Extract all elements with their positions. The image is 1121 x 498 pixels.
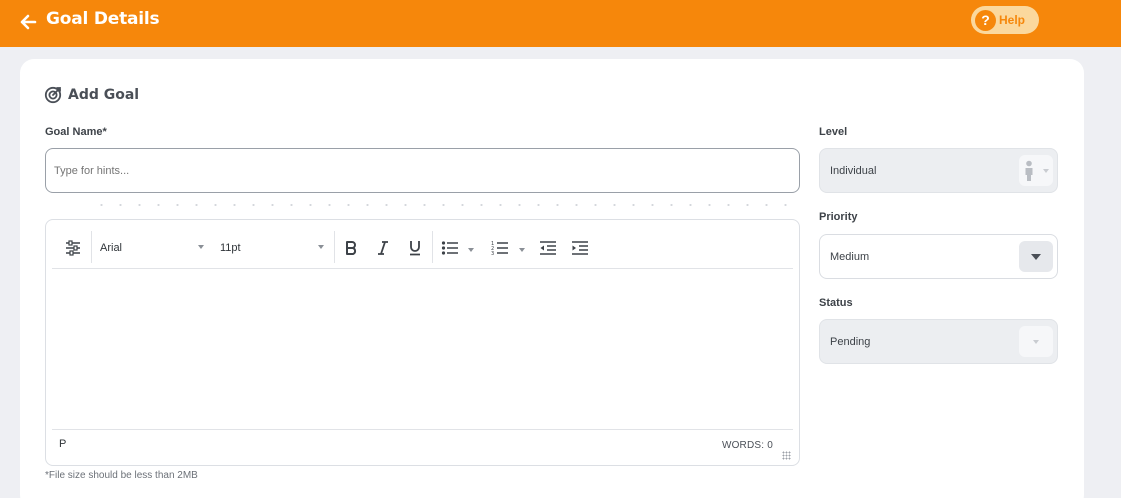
target-icon: [44, 86, 62, 104]
priority-value: Medium: [830, 251, 870, 263]
top-bar: Goal Details ? Help: [0, 0, 1121, 47]
underline-icon[interactable]: [404, 237, 426, 259]
divider: [92, 204, 792, 206]
page-title: Goal Details: [46, 9, 160, 29]
chevron-down-icon: [1033, 339, 1039, 344]
font-size-select[interactable]: 11pt: [220, 238, 324, 258]
bold-icon[interactable]: [340, 237, 362, 259]
chevron-down-icon: [1043, 168, 1049, 173]
bullet-list-icon[interactable]: [439, 237, 461, 259]
question-mark-icon: ?: [975, 9, 996, 31]
help-label: Help: [999, 13, 1026, 27]
toolbar-separator: [432, 231, 433, 263]
outdent-icon[interactable]: [537, 237, 559, 259]
italic-icon[interactable]: [372, 237, 394, 259]
goal-name-input[interactable]: [45, 148, 800, 193]
goal-form-card: Add Goal Goal Name* Arial 11pt: [20, 59, 1084, 498]
card-heading: Add Goal: [44, 86, 139, 104]
status-value: Pending: [830, 336, 871, 348]
status-dropdown-button[interactable]: [1019, 326, 1053, 357]
indent-icon[interactable]: [569, 237, 591, 259]
priority-label: Priority: [819, 211, 858, 223]
status-select[interactable]: Pending: [819, 319, 1058, 364]
rich-text-editor: Arial 11pt 1 2 3 P WORDS: 0: [45, 219, 800, 466]
person-icon: [1025, 160, 1033, 181]
priority-select[interactable]: Medium: [819, 234, 1058, 279]
numbered-list-icon[interactable]: 1 2 3: [489, 237, 511, 259]
editor-toolbar: Arial 11pt 1 2 3: [52, 229, 793, 269]
font-family-select[interactable]: Arial: [100, 238, 204, 258]
level-dropdown-button[interactable]: [1019, 155, 1053, 186]
toolbar-separator: [91, 231, 92, 263]
font-family-value: Arial: [100, 242, 123, 254]
file-size-note: *File size should be less than 2MB: [45, 470, 198, 481]
priority-dropdown-button[interactable]: [1019, 241, 1053, 272]
chevron-down-icon: [1031, 253, 1041, 260]
chevron-down-icon[interactable]: [519, 248, 525, 252]
level-select[interactable]: Individual: [819, 148, 1058, 193]
help-button[interactable]: ? Help: [971, 6, 1039, 34]
element-path[interactable]: P: [59, 438, 66, 450]
status-label: Status: [819, 297, 853, 309]
chevron-down-icon[interactable]: [468, 248, 474, 252]
back-button[interactable]: [17, 11, 39, 33]
editor-content-area[interactable]: [52, 269, 793, 429]
editor-statusbar: P WORDS: 0: [52, 429, 793, 465]
settings-sliders-icon[interactable]: [62, 237, 84, 259]
toolbar-separator: [334, 231, 335, 263]
svg-text:3: 3: [491, 251, 494, 256]
chevron-down-icon: [318, 245, 324, 249]
level-value: Individual: [830, 165, 877, 177]
word-count: WORDS: 0: [721, 440, 773, 451]
goal-name-label: Goal Name*: [45, 126, 107, 138]
font-size-value: 11pt: [220, 242, 241, 254]
arrow-left-icon: [20, 14, 37, 30]
card-title: Add Goal: [68, 87, 140, 103]
chevron-down-icon: [198, 245, 204, 249]
resize-handle-icon[interactable]: [782, 451, 791, 460]
level-label: Level: [819, 126, 848, 138]
